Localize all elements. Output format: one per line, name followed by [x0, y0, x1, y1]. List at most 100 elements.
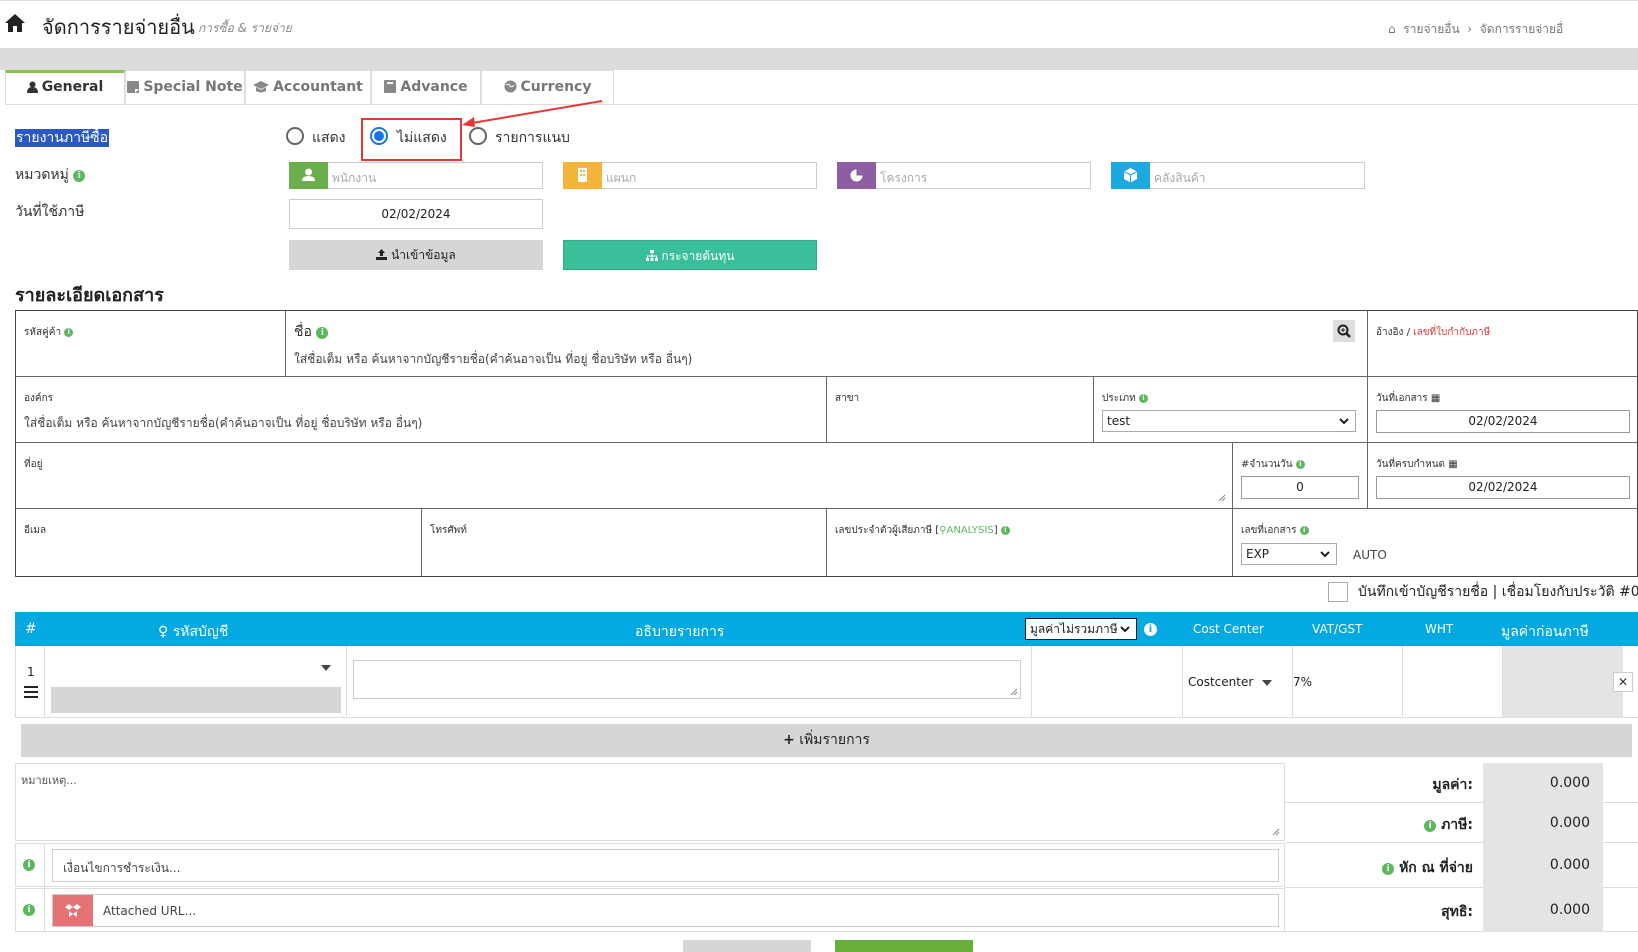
info-icon[interactable]: i [1000, 526, 1010, 535]
highlight-box [361, 118, 462, 161]
phone-cell[interactable]: โทรศัพท์ [422, 509, 827, 576]
info-icon[interactable]: i [1138, 394, 1148, 403]
header-band [0, 48, 1638, 70]
warehouse-field[interactable]: คลังสินค้า [1111, 162, 1365, 189]
info-icon[interactable]: i [64, 328, 74, 337]
divider [346, 646, 347, 718]
tax-invoice-link[interactable]: เลขที่ใบกำกับภาษี [1413, 327, 1490, 338]
employee-placeholder: พนักงาน [332, 171, 377, 185]
upload-icon [376, 249, 388, 260]
breadcrumb-home-icon[interactable]: ⌂ [1388, 22, 1396, 36]
phone-label: โทรศัพท์ [430, 525, 467, 536]
tab-accountant[interactable]: Accountant [245, 70, 371, 105]
info-icon[interactable]: i [23, 859, 35, 871]
reference-cell[interactable]: อ้างอิง / เลขที่ใบกำกับภาษี [1368, 311, 1638, 377]
calendar-icon: ▦ [1448, 459, 1458, 470]
col-account-label: รหัสบัญชี [172, 624, 229, 640]
tab-special-note[interactable]: Special Note [125, 70, 245, 105]
resize-handle-icon[interactable] [1010, 688, 1018, 696]
doc-section-title: รายละเอียดเอกสาร [15, 285, 164, 306]
account-input[interactable] [51, 687, 341, 713]
info-icon[interactable]: i [1382, 863, 1395, 875]
col-num: # [25, 621, 37, 637]
radio-show-label: แสดง [312, 130, 346, 146]
col-description: อธิบายรายการ [635, 624, 725, 640]
attached-url-input[interactable]: Attached URL... [52, 894, 1279, 927]
summary-tax-label-wrap: i ภาษี: [1424, 814, 1473, 836]
doc-date-input[interactable]: 02/02/2024 [1376, 410, 1630, 433]
row-number: 1 [27, 665, 35, 679]
tab-label: Advance [400, 79, 468, 95]
resize-handle-icon[interactable] [1272, 828, 1280, 836]
home-icon[interactable] [4, 13, 26, 33]
chevron-down-icon[interactable] [321, 665, 331, 671]
org-placeholder: ใส่ชื่อเต็ม หรือ ค้นหาจากบัญชีรายชื่อ(คำ… [24, 416, 423, 430]
top-bar: จัดการรายจ่ายอื่น การซื้อ & รายจ่าย ⌂ รา… [0, 0, 1638, 48]
drag-handle-icon[interactable] [24, 686, 38, 698]
remove-row-button[interactable]: ✕ [1613, 672, 1633, 692]
employee-field[interactable]: พนักงาน [289, 162, 543, 189]
description-textarea[interactable] [353, 660, 1021, 699]
project-field[interactable]: โครงการ [837, 162, 1091, 189]
info-icon[interactable]: i [73, 170, 86, 182]
save-contact-checkbox[interactable] [1328, 582, 1348, 602]
branch-cell[interactable]: สาขา [827, 377, 1094, 443]
chevron-down-icon[interactable] [1262, 680, 1272, 686]
distribute-cost-button[interactable]: กระจายต้นทุน [563, 240, 817, 270]
remark-textarea[interactable]: หมายเหตุ... [15, 763, 1285, 841]
doc-date-label: วันที่เอกสาร [1376, 393, 1428, 404]
resize-handle-icon[interactable] [1218, 494, 1226, 502]
add-row-label: เพิ่มรายการ [799, 732, 870, 748]
info-icon[interactable]: i [1424, 820, 1437, 832]
info-icon[interactable]: i [1299, 526, 1309, 535]
dropbox-icon [65, 904, 81, 917]
info-icon[interactable]: i [1295, 460, 1305, 469]
vendor-code-cell[interactable]: รหัสคู่ค้า i [16, 311, 286, 377]
cancel-button[interactable] [683, 940, 811, 952]
book-icon [384, 80, 397, 93]
email-cell[interactable]: อีเมล [16, 509, 422, 576]
dropbox-button[interactable] [53, 895, 93, 926]
breadcrumb-item[interactable]: รายจ่ายอื่น [1403, 22, 1459, 36]
import-button[interactable]: นำเข้าข้อมูล [289, 240, 543, 270]
import-label: นำเข้าข้อมูล [391, 248, 456, 262]
summary-wht: 0.000 [1483, 843, 1603, 888]
tab-label: Accountant [273, 79, 363, 95]
summary-tax: 0.000 [1483, 803, 1603, 843]
price-mode-select[interactable]: มูลค่าไม่รวมภาษี [1025, 618, 1137, 640]
days-label: #จำนวนวัน [1241, 459, 1293, 470]
due-date-input[interactable]: 02/02/2024 [1376, 476, 1630, 499]
save-button[interactable] [835, 940, 973, 952]
info-icon[interactable]: i [1144, 620, 1157, 636]
department-field[interactable]: แผนก [563, 162, 817, 189]
info-icon[interactable]: i [23, 904, 35, 916]
tab-general[interactable]: General [5, 70, 125, 105]
tax-date-input[interactable]: 02/02/2024 [289, 199, 543, 229]
due-date-label: วันที่ครบกำหนด [1376, 459, 1446, 470]
org-cell[interactable]: องค์กร ใส่ชื่อเต็ม หรือ ค้นหาจากบัญชีราย… [16, 377, 827, 443]
payment-terms-row: i เงื่อนไขการชำระเงิน... [15, 843, 1285, 887]
breadcrumb-item[interactable]: จัดการรายจ่ายอื่ [1480, 22, 1564, 36]
summary-net-label: สุทธิ: [1441, 904, 1473, 920]
address-cell[interactable]: ที่อยู่ [16, 443, 1233, 509]
search-button[interactable] [1333, 320, 1355, 342]
info-icon[interactable]: i [316, 327, 329, 339]
add-row-button[interactable]: + เพิ่มรายการ [21, 724, 1632, 757]
save-contact-label: บันทึกเข้าบัญชีรายชื่อ | เชื่อมโยงกับประ… [1358, 584, 1638, 600]
radio-attached[interactable] [469, 127, 487, 145]
payment-terms-input[interactable]: เงื่อนไขการชำระเงิน... [52, 849, 1279, 882]
taxid-label: เลขประจำตัวผู้เสียภาษี [ [835, 525, 940, 536]
email-label: อีเมล [24, 525, 47, 536]
project-placeholder: โครงการ [880, 171, 928, 185]
summary-tax-label: ภาษี: [1441, 817, 1473, 833]
type-select[interactable]: test [1102, 410, 1356, 432]
name-cell[interactable]: ชื่อ i ใส่ชื่อเต็ม หรือ ค้นหาจากบัญชีราย… [286, 311, 1368, 377]
payment-terms-placeholder: เงื่อนไขการชำระเงิน... [63, 861, 181, 875]
docno-prefix-select[interactable]: EXP [1241, 543, 1337, 565]
radio-show[interactable] [286, 127, 304, 145]
cost-center-value[interactable]: Costcenter [1188, 675, 1253, 689]
vat-value[interactable]: 7% [1293, 675, 1312, 689]
analysis-link[interactable]: ⚲ANALYSIS [939, 525, 994, 536]
taxid-cell[interactable]: เลขประจำตัวผู้เสียภาษี [⚲ANALYSIS] i [827, 509, 1233, 576]
days-input[interactable]: 0 [1241, 476, 1359, 499]
